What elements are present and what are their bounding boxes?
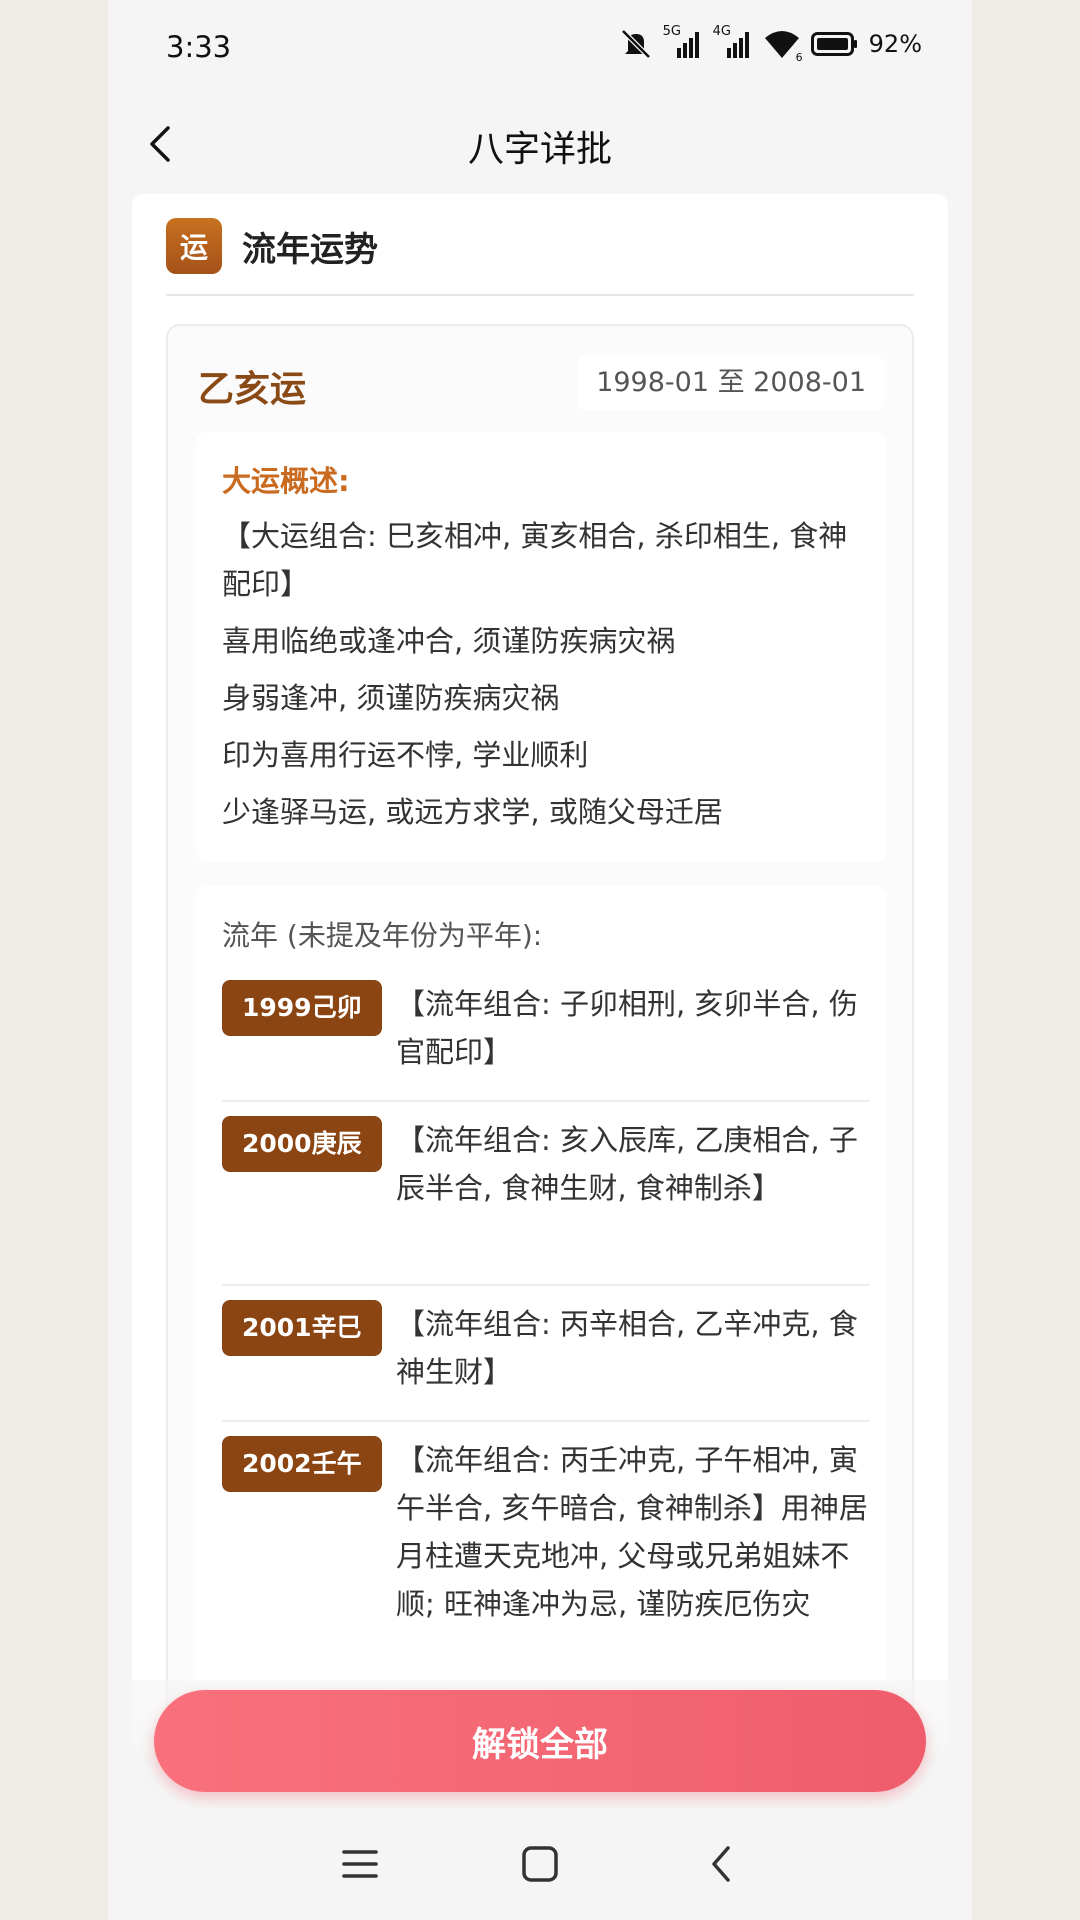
signal-5g-icon: 5G (663, 24, 703, 60)
liunian-text: 【流年组合: 丙壬冲克, 子午相冲, 寅午半合, 亥午暗合, 食神制杀】用神居月… (396, 1443, 868, 1621)
status-bar: 3:33 5G 4G 6 92% (108, 0, 972, 96)
divider (166, 294, 914, 296)
status-time: 3:33 (166, 30, 232, 64)
home-icon[interactable] (518, 1842, 562, 1886)
dayun-name: 乙亥运 (198, 369, 307, 410)
signal-4g-icon: 4G (713, 24, 753, 60)
overview-line: 【大运组合: 巳亥相冲, 寅亥相合, 杀印相生, 食神配印】 (222, 519, 848, 601)
page-title: 八字详批 (467, 129, 612, 170)
battery-icon (810, 32, 857, 56)
overview-box: 大运概述: 【大运组合: 巳亥相冲, 寅亥相合, 杀印相生, 食神配印】 喜用临… (196, 432, 886, 862)
wifi-label: 6 (795, 51, 803, 64)
main-card: 运 流年运势 乙亥运 1998-01 至 2008-01 大运概述: 【大运组合… (132, 194, 948, 1786)
battery-percent: 92% (868, 30, 922, 58)
status-icons: 5G 4G 6 92% (619, 24, 922, 64)
liunian-box: 流年 (未提及年份为平年): 1999己卯 【流年组合: 子卯相刑, 亥卯半合,… (196, 886, 886, 1786)
section-title: 流年运势 (242, 229, 378, 270)
liunian-text: 【流年组合: 子卯相刑, 亥卯半合, 伤官配印】 (396, 987, 858, 1069)
liunian-text: 【流年组合: 丙辛相合, 乙辛冲克, 食神生财】 (396, 1307, 858, 1389)
liunian-item: 2000庚辰 【流年组合: 亥入辰库, 乙庚相合, 子辰半合, 食神生财, 食神… (222, 1116, 870, 1286)
overview-line: 少逢驿马运, 或远方求学, 或随父母迁居 (222, 795, 723, 829)
year-badge: 2000庚辰 (222, 1116, 382, 1172)
liunian-item: 2002壬午 【流年组合: 丙壬冲克, 子午相冲, 寅午半合, 亥午暗合, 食神… (222, 1436, 870, 1716)
nav-bar: 八字详批 (108, 96, 972, 192)
phone-screen: 3:33 5G 4G 6 92% 八字详批 运 流年运势 乙亥运 1998-01… (108, 0, 972, 1920)
liunian-text: 【流年组合: 亥入辰库, 乙庚相合, 子辰半合, 食神生财, 食神制杀】 (396, 1123, 858, 1205)
overview-line: 喜用临绝或逢冲合, 须谨防疾病灾祸 (222, 624, 676, 658)
wifi-icon: 6 (763, 28, 803, 64)
dayun-card: 乙亥运 1998-01 至 2008-01 大运概述: 【大运组合: 巳亥相冲,… (166, 324, 914, 1786)
overview-label: 大运概述: (222, 464, 350, 498)
overview-lines: 【大运组合: 巳亥相冲, 寅亥相合, 杀印相生, 食神配印】 喜用临绝或逢冲合,… (222, 512, 862, 845)
section-header: 运 流年运势 (166, 218, 378, 274)
system-nav-bar (108, 1810, 972, 1920)
unlock-all-button[interactable]: 解锁全部 (154, 1690, 926, 1792)
back-icon[interactable] (700, 1842, 744, 1886)
overview-line: 身弱逢冲, 须谨防疾病灾祸 (222, 681, 560, 715)
liunian-item: 2001辛巳 【流年组合: 丙辛相合, 乙辛冲克, 食神生财】 (222, 1300, 870, 1422)
year-badge: 2002壬午 (222, 1436, 382, 1492)
section-icon: 运 (166, 218, 222, 274)
liunian-item: 1999己卯 【流年组合: 子卯相刑, 亥卯半合, 伤官配印】 (222, 980, 870, 1102)
year-badge: 1999己卯 (222, 980, 382, 1036)
liunian-label: 流年 (未提及年份为平年): (222, 919, 543, 952)
overview-line: 印为喜用行运不悖, 学业顺利 (222, 738, 589, 772)
mute-icon (620, 29, 651, 59)
year-badge: 2001辛巳 (222, 1300, 382, 1356)
menu-icon[interactable] (338, 1842, 382, 1886)
dayun-date-range: 1998-01 至 2008-01 (578, 356, 884, 410)
